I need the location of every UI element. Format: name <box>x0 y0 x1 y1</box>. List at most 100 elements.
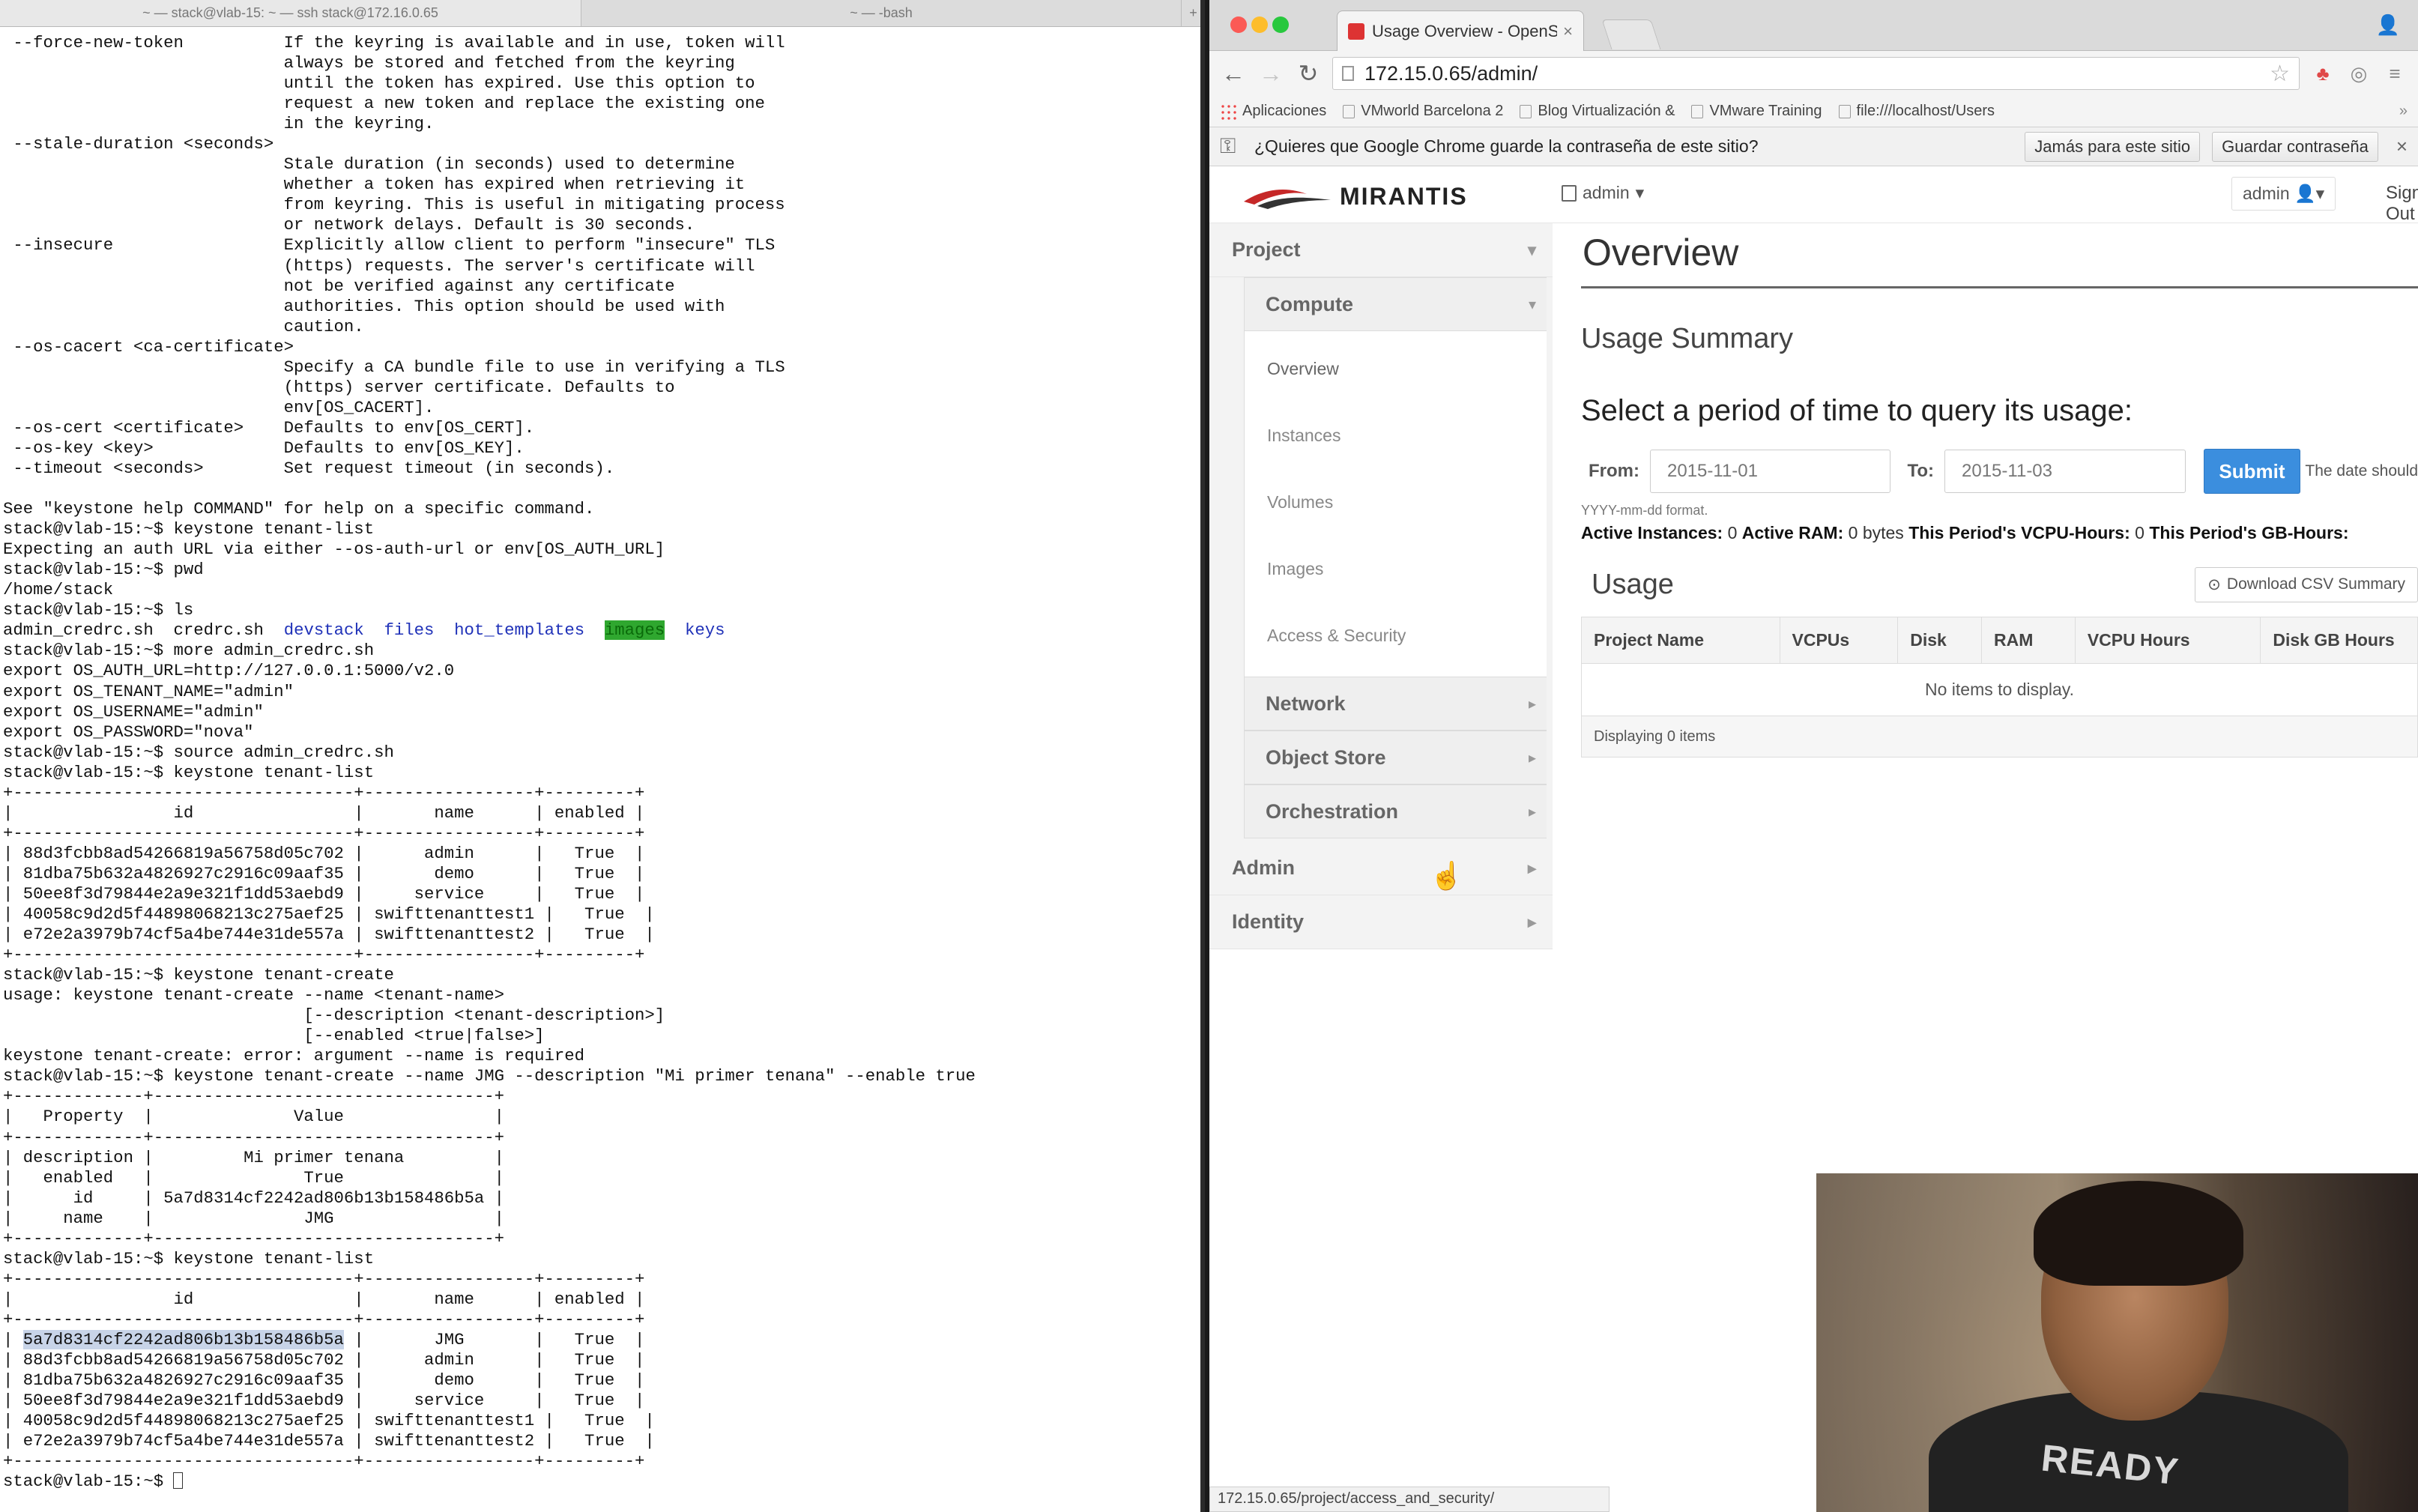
sidebar-item-access-security[interactable]: Access & Security <box>1245 602 1547 669</box>
terminal-line: authorities. This option should be used … <box>3 296 725 316</box>
user-menu[interactable]: admin 👤▾ <box>2231 177 2336 211</box>
sidebar-item-overview[interactable]: Overview <box>1245 336 1547 402</box>
terminal-line: | 81dba75b632a4826927c2916c09aaf35 | dem… <box>3 863 645 883</box>
column-disk-gb-hours[interactable]: Disk GB Hours <box>2261 617 2417 663</box>
profile-icon[interactable]: 👤 <box>2376 13 2400 37</box>
sidebar-panel-object-store[interactable]: Object Store ▸ <box>1244 731 1547 784</box>
column-disk[interactable]: Disk <box>1898 617 1983 663</box>
bookmark-label: file:///localhost/Users <box>1856 103 1995 119</box>
terminal-line: | 81dba75b632a4826927c2916c09aaf35 | dem… <box>3 1370 645 1391</box>
bookmark-star-icon[interactable]: ☆ <box>2270 61 2290 87</box>
terminal-line: +-------------+-------------------------… <box>3 1086 505 1107</box>
mirantis-logo-mark-icon <box>1244 189 1331 209</box>
terminal-line: Specify a CA bundle file to use in verif… <box>3 357 785 377</box>
column-project-name[interactable]: Project Name <box>1582 617 1780 663</box>
terminal-line: +----------------------------------+----… <box>3 823 645 843</box>
terminal-line: stack@vlab-15:~$ ls <box>3 600 194 620</box>
vcpu-hours-label: This Period's VCPU-Hours: <box>1908 523 2130 542</box>
terminal-line: export OS_AUTH_URL=http://127.0.0.1:5000… <box>3 661 455 681</box>
terminal-line: stack@vlab-15:~$ pwd <box>3 560 204 580</box>
sidebar-item-instances[interactable]: Instances <box>1245 402 1547 469</box>
back-arrow-icon[interactable]: ← <box>1220 60 1247 88</box>
sidebar-item-images[interactable]: Images <box>1245 536 1547 602</box>
terminal-line: +----------------------------------+----… <box>3 1309 645 1329</box>
bookmark-apps[interactable]: Aplicaciones <box>1220 103 1326 120</box>
terminal-window[interactable]: ~ — stack@vlab-15: ~ — ssh stack@172.16.… <box>0 0 1205 1512</box>
terminal-line: | 88d3fcbb8ad54266819a56758d05c702 | adm… <box>3 1350 645 1370</box>
sidebar-dashboard-identity[interactable]: Identity ▸ <box>1209 895 1553 949</box>
sidebar-panel-network[interactable]: Network ▸ <box>1244 677 1547 731</box>
terminal-output[interactable]: --force-new-token If the keyring is avai… <box>0 27 1200 1492</box>
infobar-close-icon[interactable]: × <box>2396 135 2408 158</box>
save-password-button[interactable]: Guardar contraseña <box>2212 131 2378 162</box>
terminal-line: always be stored and fetched from the ke… <box>3 53 735 73</box>
project-switcher[interactable]: admin ▾ <box>1562 183 1644 203</box>
column-vcpu-hours[interactable]: VCPU Hours <box>2076 617 2261 663</box>
browser-tab-active[interactable]: Usage Overview - OpenStack × <box>1337 10 1584 51</box>
sidebar-panel-orchestration[interactable]: Orchestration ▸ <box>1244 784 1547 838</box>
bookmark-item[interactable]: Blog Virtualización & <box>1520 103 1675 120</box>
sidebar-dashboard-project[interactable]: Project ▾ <box>1209 223 1553 277</box>
terminal-new-tab-button[interactable]: + <box>1181 0 1200 26</box>
bookmarks-overflow-icon[interactable]: » <box>2399 103 2408 120</box>
terminal-line: (https) server certificate. Defaults to <box>3 377 675 397</box>
terminal-line: request a new token and replace the exis… <box>3 94 765 114</box>
sidebar-dashboard-admin[interactable]: Admin ▸ <box>1209 841 1553 895</box>
window-maximize-button[interactable] <box>1272 16 1289 33</box>
terminal-line: --insecure Explicitly allow client to pe… <box>3 235 776 255</box>
address-bar[interactable]: 172.15.0.65/admin/ ☆ <box>1332 57 2300 90</box>
tab-close-icon[interactable]: × <box>1563 22 1573 41</box>
terminal-line: | e72e2a3979b74cf5a4be744e31de557a | swi… <box>3 1431 655 1451</box>
forward-arrow-icon[interactable]: → <box>1257 60 1284 88</box>
terminal-line: --stale-duration <seconds> <box>3 134 274 154</box>
column-ram[interactable]: RAM <box>1982 617 2076 663</box>
chevron-right-icon: ▸ <box>1528 803 1536 820</box>
column-vcpus[interactable]: VCPUs <box>1780 617 1899 663</box>
user-icon: 👤▾ <box>2294 184 2325 203</box>
terminal-line: from keyring. This is useful in mitigati… <box>3 195 785 215</box>
sidebar-panel-compute[interactable]: Compute ▾ <box>1244 277 1547 331</box>
terminal-line: | 40058c9d2d5f44898068213c275aef25 | swi… <box>3 904 655 925</box>
bookmark-label: VMworld Barcelona 2 <box>1361 103 1504 119</box>
chevron-right-icon: ▸ <box>1527 912 1536 931</box>
ls-directory: hot_templates <box>454 620 585 641</box>
horizon-topbar: MIRANTIS admin ▾ admin 👤▾ Sign Out <box>1209 166 2418 225</box>
terminal-tab-ssh[interactable]: ~ — stack@vlab-15: ~ — ssh stack@172.16.… <box>0 0 581 26</box>
selected-tenant-id[interactable]: 5a7d8314cf2242ad806b13b158486b5a <box>22 1330 344 1349</box>
mirantis-logo[interactable]: MIRANTIS <box>1242 183 1468 211</box>
menu-hamburger-icon[interactable]: ≡ <box>2382 62 2408 85</box>
window-minimize-button[interactable] <box>1251 16 1268 33</box>
never-save-button[interactable]: Jamás para este sitio <box>2025 131 2201 162</box>
shell-prompt: stack@vlab-15:~$ <box>3 1472 174 1492</box>
bookmark-item[interactable]: VMware Training <box>1691 103 1822 120</box>
address-bar-url: 172.15.0.65/admin/ <box>1364 61 1538 85</box>
submit-button[interactable]: Submit <box>2203 449 2301 494</box>
window-close-button[interactable] <box>1230 16 1247 33</box>
terminal-line: until the token has expired. Use this op… <box>3 73 755 94</box>
sign-out-link[interactable]: Sign Out <box>2386 183 2418 225</box>
from-date-input[interactable]: 2015-11-01 <box>1650 450 1891 493</box>
new-tab-button[interactable] <box>1601 19 1661 49</box>
terminal-line: | 40058c9d2d5f44898068213c275aef25 | swi… <box>3 1411 655 1431</box>
terminal-line: | 50ee8f3d79844e2a9e321f1dd53aebd9 | ser… <box>3 883 645 904</box>
extension-icon[interactable]: ♣ <box>2310 62 2336 85</box>
reload-icon[interactable]: ↻ <box>1295 59 1322 88</box>
terminal-cursor[interactable] <box>173 1472 184 1490</box>
bookmark-item[interactable]: VMworld Barcelona 2 <box>1343 103 1503 120</box>
page-icon <box>1838 104 1851 118</box>
sidebar-label: Identity <box>1232 910 1305 933</box>
sidebar-label: Project <box>1232 238 1301 261</box>
terminal-tab-bash[interactable]: ~ — -bash <box>581 0 1181 26</box>
sidebar-item-volumes[interactable]: Volumes <box>1245 469 1547 536</box>
extension-circle-icon[interactable]: ◎ <box>2346 62 2372 85</box>
caret-down-icon: ▾ <box>1635 183 1645 202</box>
ls-directory: files <box>384 620 435 641</box>
usage-totals: Active Instances: 0 Active RAM: 0 bytes … <box>1581 523 2418 543</box>
terminal-line: Stale duration (in seconds) used to dete… <box>3 154 735 175</box>
to-date-input[interactable]: 2015-11-03 <box>1944 450 2186 493</box>
download-csv-button[interactable]: ⊙ Download CSV Summary <box>2195 566 2418 602</box>
vcpu-hours-value: 0 <box>2135 523 2145 542</box>
active-ram-label: Active RAM: <box>1741 523 1844 542</box>
bookmark-item[interactable]: file:///localhost/Users <box>1838 103 1995 120</box>
bookmark-label: Aplicaciones <box>1242 103 1327 119</box>
